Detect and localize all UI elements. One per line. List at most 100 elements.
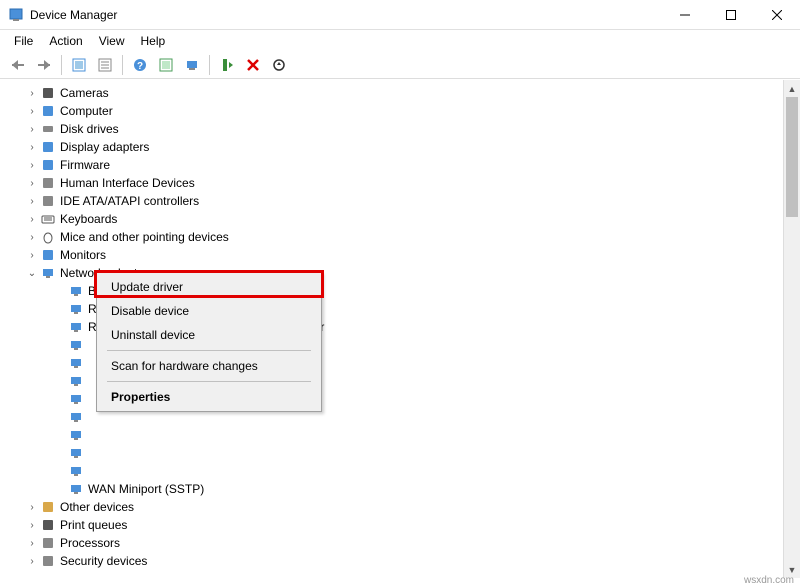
expand-arrow-icon[interactable]: ›	[26, 214, 38, 225]
tree-category-display[interactable]: › Display adapters	[12, 138, 792, 156]
tree-device-network-8[interactable]	[12, 426, 792, 444]
other-icon	[40, 499, 56, 515]
expand-arrow-icon[interactable]: ›	[26, 178, 38, 189]
properties-button[interactable]	[93, 53, 117, 77]
svg-text:?: ?	[137, 61, 143, 72]
cpu-icon	[40, 535, 56, 551]
watermark: wsxdn.com	[744, 575, 794, 586]
close-button[interactable]	[754, 0, 800, 29]
menubar: File Action View Help	[0, 30, 800, 51]
expand-arrow-icon[interactable]: ›	[26, 124, 38, 135]
expand-arrow-icon[interactable]: ›	[26, 160, 38, 171]
tree-category-other[interactable]: › Other devices	[12, 498, 792, 516]
vertical-scrollbar[interactable]: ▲ ▼	[783, 80, 800, 578]
help-button[interactable]: ?	[128, 53, 152, 77]
tree-category-firmware[interactable]: › Firmware	[12, 156, 792, 174]
network-adapter-icon	[68, 283, 84, 299]
network-adapter-icon	[68, 373, 84, 389]
firmware-icon	[40, 157, 56, 173]
ctx-scan-hardware[interactable]: Scan for hardware changes	[99, 354, 319, 378]
tree-label: Human Interface Devices	[60, 176, 195, 190]
network-adapter-icon	[68, 445, 84, 461]
menu-action[interactable]: Action	[41, 32, 90, 50]
tree-category-computer[interactable]: ›Computer	[12, 102, 792, 120]
ctx-disable-device[interactable]: Disable device	[99, 299, 319, 323]
network-adapter-icon	[68, 301, 84, 317]
back-button[interactable]	[6, 53, 30, 77]
enable-device-button[interactable]	[215, 53, 239, 77]
tree-device-network-9[interactable]	[12, 444, 792, 462]
expand-arrow-icon[interactable]: ⌄	[26, 268, 38, 279]
tree-label: Display adapters	[60, 140, 149, 154]
tree-label: Monitors	[60, 248, 106, 262]
network-adapter-icon	[68, 355, 84, 371]
network-adapter-icon	[68, 319, 84, 335]
tree-category-cpu[interactable]: ›Processors	[12, 534, 792, 552]
expand-arrow-icon[interactable]: ›	[26, 106, 38, 117]
menu-help[interactable]: Help	[133, 32, 174, 50]
ctx-separator	[107, 350, 311, 351]
tree-label: Security devices	[60, 554, 147, 568]
maximize-button[interactable]	[708, 0, 754, 29]
tree-category-keyboard[interactable]: › Keyboards	[12, 210, 792, 228]
ctx-uninstall-device[interactable]: Uninstall device	[99, 323, 319, 347]
context-menu: Update driver Disable device Uninstall d…	[96, 272, 322, 412]
tree-category-hid[interactable]: › Human Interface Devices	[12, 174, 792, 192]
expand-arrow-icon[interactable]: ›	[26, 142, 38, 153]
tree-category-camera[interactable]: › Cameras	[12, 84, 792, 102]
scroll-up-button[interactable]: ▲	[784, 80, 800, 97]
tree-label: Firmware	[60, 158, 110, 172]
tree-label: IDE ATA/ATAPI controllers	[60, 194, 199, 208]
expand-arrow-icon[interactable]: ›	[26, 232, 38, 243]
tree-label: Print queues	[60, 518, 127, 532]
toolbar-separator	[209, 55, 210, 75]
tree-label: WAN Miniport (SSTP)	[88, 482, 204, 496]
forward-button[interactable]	[32, 53, 56, 77]
tree-category-disk[interactable]: ›Disk drives	[12, 120, 792, 138]
scrollbar-thumb[interactable]	[786, 97, 798, 217]
tree-category-security[interactable]: › Security devices	[12, 552, 792, 570]
app-icon	[8, 7, 24, 23]
expand-arrow-icon[interactable]: ›	[26, 250, 38, 261]
tree-category-printer[interactable]: › Print queues	[12, 516, 792, 534]
expand-arrow-icon[interactable]: ›	[26, 556, 38, 567]
show-hidden-button[interactable]	[67, 53, 91, 77]
tree-category-monitor[interactable]: › Monitors	[12, 246, 792, 264]
network-adapter-icon	[68, 337, 84, 353]
tree-label: Other devices	[60, 500, 134, 514]
toolbar-separator	[122, 55, 123, 75]
tree-device-network-10[interactable]	[12, 462, 792, 480]
tree-category-mouse[interactable]: ›Mice and other pointing devices	[12, 228, 792, 246]
menu-view[interactable]: View	[91, 32, 133, 50]
window-title: Device Manager	[30, 8, 662, 22]
tree-category-ide[interactable]: › IDE ATA/ATAPI controllers	[12, 192, 792, 210]
update-driver-button[interactable]	[180, 53, 204, 77]
display-icon	[40, 139, 56, 155]
network-icon	[40, 265, 56, 281]
menu-file[interactable]: File	[6, 32, 41, 50]
ctx-properties[interactable]: Properties	[99, 385, 319, 409]
scan-hardware-button[interactable]	[267, 53, 291, 77]
expand-arrow-icon[interactable]: ›	[26, 520, 38, 531]
network-adapter-icon	[68, 427, 84, 443]
disk-icon	[40, 121, 56, 137]
minimize-button[interactable]	[662, 0, 708, 29]
ctx-separator	[107, 381, 311, 382]
tree-device-network-11[interactable]: WAN Miniport (SSTP)	[12, 480, 792, 498]
refresh-button[interactable]	[154, 53, 178, 77]
computer-icon	[40, 103, 56, 119]
expand-arrow-icon[interactable]: ›	[26, 538, 38, 549]
printer-icon	[40, 517, 56, 533]
expand-arrow-icon[interactable]: ›	[26, 88, 38, 99]
network-adapter-icon	[68, 391, 84, 407]
monitor-icon	[40, 247, 56, 263]
network-adapter-icon	[68, 463, 84, 479]
tree-label: Keyboards	[60, 212, 117, 226]
ctx-update-driver[interactable]: Update driver	[99, 275, 319, 299]
camera-icon	[40, 85, 56, 101]
tree-label: Cameras	[60, 86, 109, 100]
expand-arrow-icon[interactable]: ›	[26, 196, 38, 207]
ide-icon	[40, 193, 56, 209]
expand-arrow-icon[interactable]: ›	[26, 502, 38, 513]
disable-device-button[interactable]	[241, 53, 265, 77]
